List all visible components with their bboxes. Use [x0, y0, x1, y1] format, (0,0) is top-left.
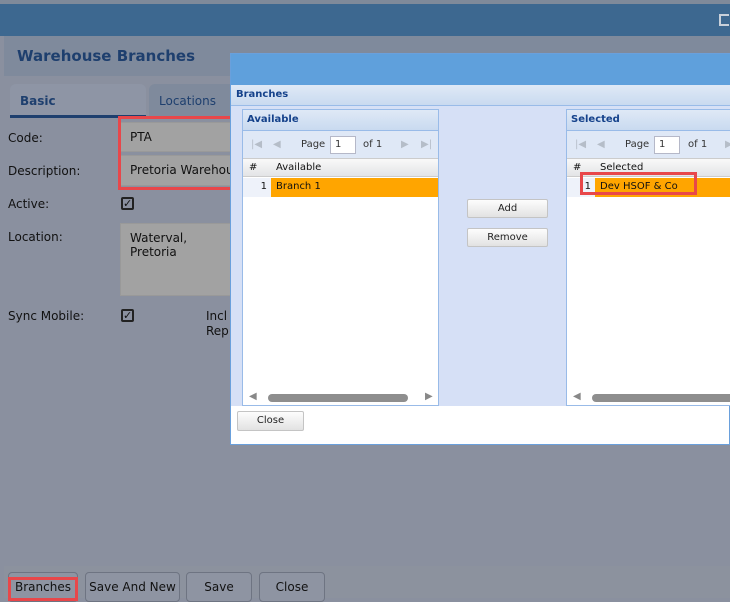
page-count: of 1 — [688, 139, 708, 150]
available-grid-title: Available — [243, 110, 438, 130]
tab-locations[interactable]: Locations — [149, 84, 239, 118]
page-count: of 1 — [363, 139, 383, 150]
horizontal-scrollbar[interactable]: ◀ ▶ — [243, 390, 438, 405]
selected-grid: Selected |◀ ◀ Page 1 of 1 ▶ # Selected 1… — [566, 109, 730, 406]
available-grid: Available |◀ ◀ Page 1 of 1 ▶ ▶| # Availa… — [242, 109, 439, 406]
branches-dialog: Branches Available |◀ ◀ Page 1 of 1 ▶ ▶|… — [230, 53, 730, 445]
selected-pager: |◀ ◀ Page 1 of 1 ▶ — [567, 130, 730, 158]
next-page-icon[interactable]: ▶ — [401, 139, 409, 150]
page-label: Page — [625, 139, 650, 150]
table-row[interactable]: 1 Dev HSOF & Co — [567, 178, 730, 197]
last-page-icon[interactable]: ▶| — [421, 139, 432, 150]
prev-page-icon[interactable]: ◀ — [273, 139, 281, 150]
prev-page-icon[interactable]: ◀ — [597, 139, 605, 150]
code-label: Code: — [8, 131, 43, 145]
page-title: Warehouse Branches — [17, 47, 195, 65]
selected-grid-title: Selected — [567, 110, 730, 130]
location-textarea[interactable]: Waterval, Pretoria — [120, 223, 233, 296]
page-input[interactable]: 1 — [330, 136, 356, 154]
horizontal-scrollbar[interactable]: ◀ — [567, 390, 730, 405]
first-page-icon[interactable]: |◀ — [251, 139, 262, 150]
remove-button[interactable]: Remove — [467, 228, 548, 247]
sync-mobile-label: Sync Mobile: — [8, 309, 85, 323]
row-name: Branch 1 — [276, 181, 321, 192]
tab-basic[interactable]: Basic — [10, 84, 146, 118]
maximize-icon[interactable] — [719, 14, 729, 26]
col-num-header[interactable]: # — [573, 162, 581, 173]
col-num-header[interactable]: # — [249, 162, 257, 173]
row-number: 1 — [260, 181, 267, 192]
active-label: Active: — [8, 197, 50, 211]
dialog-header[interactable] — [231, 54, 730, 85]
description-label: Description: — [8, 164, 81, 178]
col-available-header[interactable]: Available — [276, 162, 321, 173]
column-header: # Available — [243, 158, 438, 177]
first-page-icon[interactable]: |◀ — [575, 139, 586, 150]
available-pager: |◀ ◀ Page 1 of 1 ▶ ▶| — [243, 130, 438, 158]
table-row[interactable]: 1 Branch 1 — [243, 178, 438, 197]
row-name: Dev HSOF & Co — [600, 181, 678, 192]
branches-section-title: Branches — [231, 85, 730, 106]
description-input[interactable]: Pretoria Warehouse — [120, 155, 233, 186]
next-page-icon[interactable]: ▶ — [725, 139, 730, 150]
column-header: # Selected — [567, 158, 730, 177]
location-label: Location: — [8, 230, 63, 244]
dialog-close-button[interactable]: Close — [237, 411, 304, 431]
rep-label: Rep: — [206, 324, 233, 338]
sync-mobile-checkbox[interactable]: ✓ — [121, 309, 134, 322]
page-label: Page — [301, 139, 326, 150]
code-input[interactable]: PTA — [120, 122, 233, 152]
add-button[interactable]: Add — [467, 199, 548, 218]
active-checkbox[interactable]: ✓ — [121, 197, 134, 210]
col-selected-header[interactable]: Selected — [600, 162, 643, 173]
page-input[interactable]: 1 — [654, 136, 680, 154]
window-titlebar — [0, 4, 730, 36]
row-number: 1 — [584, 181, 591, 192]
